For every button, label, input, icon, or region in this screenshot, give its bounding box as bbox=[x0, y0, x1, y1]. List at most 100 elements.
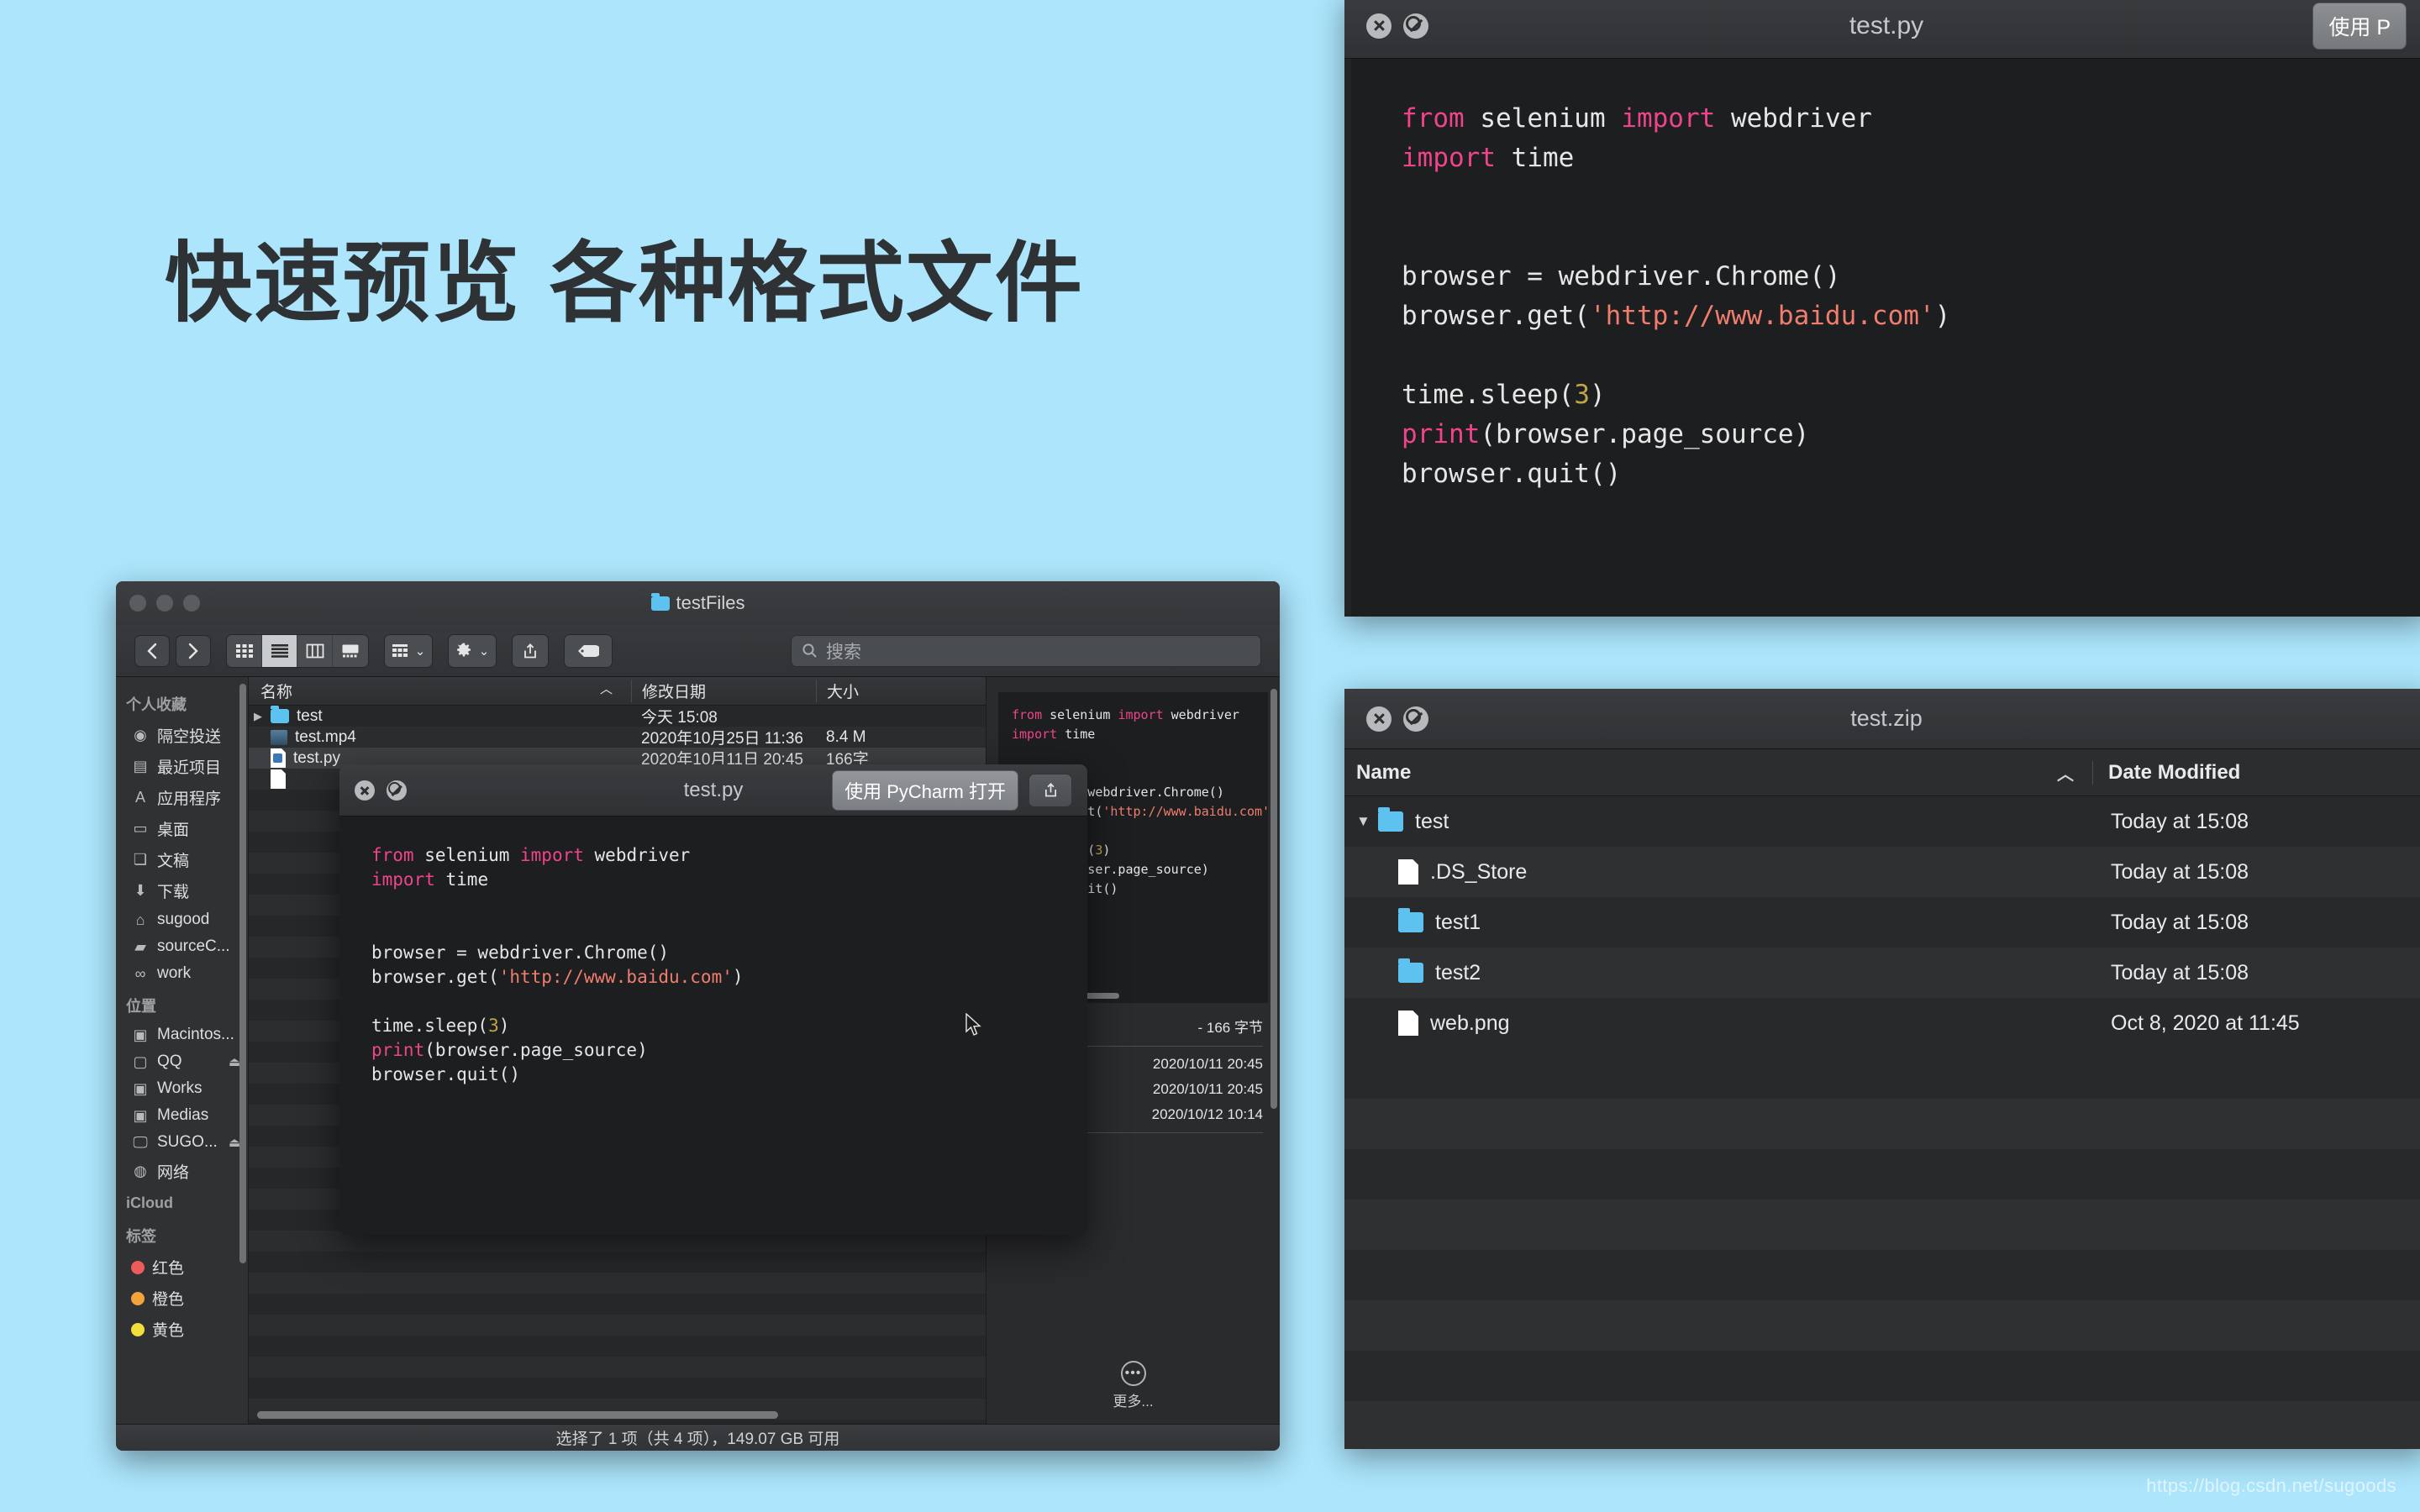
table-row[interactable]: test.mp42020年10月25日 11:368.4 M bbox=[249, 727, 986, 748]
code-token: webdriver bbox=[1171, 707, 1239, 722]
sidebar-item-下载[interactable]: ⬇下载 bbox=[116, 875, 248, 906]
code-token: import bbox=[1118, 707, 1171, 722]
group-by-icon[interactable]: ⌄ bbox=[385, 635, 432, 667]
table-row[interactable]: web.pngOct 8, 2020 at 11:45 bbox=[1344, 998, 2420, 1048]
code-token: ) bbox=[733, 967, 744, 987]
zip-row-name-label: test1 bbox=[1435, 911, 1481, 935]
empty-row bbox=[1344, 1300, 2420, 1351]
file-name-cell: test.mp4 bbox=[249, 728, 631, 747]
table-row[interactable]: ▶test今天 15:08 bbox=[249, 706, 986, 727]
sidebar-item-Medias[interactable]: ▣Medias bbox=[116, 1102, 248, 1129]
code-line: browser.quit() bbox=[371, 1063, 1087, 1087]
gallery-view-icon[interactable] bbox=[333, 635, 368, 667]
code-line: browser.get('http://www.baidu.com') bbox=[371, 965, 1087, 990]
empty-row bbox=[249, 1273, 986, 1294]
sidebar-item-文稿[interactable]: ❏文稿 bbox=[116, 844, 248, 875]
finder-title-label: testFiles bbox=[676, 592, 745, 614]
downloads-icon: ⬇ bbox=[131, 882, 150, 900]
preview-more-button[interactable]: ••• 更多... bbox=[986, 1361, 1280, 1410]
chevron-down-icon: ⌄ bbox=[415, 643, 426, 659]
close-button[interactable] bbox=[129, 595, 146, 612]
sidebar-item-SUGO...[interactable]: 🖵SUGO...⏏ bbox=[116, 1129, 248, 1156]
sidebar-item-label: 应用程序 bbox=[157, 786, 221, 809]
close-icon[interactable] bbox=[1366, 706, 1392, 732]
code-line: browser = webdriver.Chrome() bbox=[1402, 257, 2420, 297]
code-token: import bbox=[520, 845, 595, 865]
fullscreen-disabled-icon[interactable] bbox=[1403, 13, 1428, 39]
finder-toolbar: ⌄ ⌄ 搜索 bbox=[116, 625, 1280, 677]
sidebar-item-红色[interactable]: 红色 bbox=[116, 1252, 248, 1283]
code-token: 'http://www.baidu.com' bbox=[1590, 301, 1935, 331]
file-list-header: 名称 ︿ 修改日期 大小 bbox=[249, 677, 986, 706]
document-icon bbox=[1398, 1011, 1418, 1036]
eject-icon[interactable]: ⏏ bbox=[229, 1135, 240, 1150]
close-icon[interactable] bbox=[355, 780, 375, 801]
forward-button[interactable] bbox=[176, 635, 211, 667]
maximize-button[interactable] bbox=[183, 595, 200, 612]
disclosure-triangle-icon[interactable]: ▶ bbox=[254, 710, 271, 723]
table-row[interactable]: test2Today at 15:08 bbox=[1344, 948, 2420, 998]
sidebar-item-黄色[interactable]: 黄色 bbox=[116, 1314, 248, 1345]
column-header-name[interactable]: 名称 ︿ bbox=[249, 680, 631, 702]
column-view-icon[interactable] bbox=[297, 635, 333, 667]
preview-more-label: 更多... bbox=[986, 1389, 1280, 1410]
code-token: time bbox=[446, 869, 489, 890]
fullscreen-disabled-icon[interactable] bbox=[1403, 706, 1428, 732]
sidebar-item-应用程序[interactable]: A 应用程序 bbox=[116, 782, 248, 813]
back-button[interactable] bbox=[134, 635, 170, 667]
list-view-icon[interactable] bbox=[262, 635, 297, 667]
sidebar-item-label: Macintos... bbox=[157, 1026, 234, 1044]
sidebar-item-Works[interactable]: ▣Works bbox=[116, 1075, 248, 1102]
open-with-button[interactable]: 使用 P bbox=[2312, 3, 2407, 50]
fullscreen-disabled-icon[interactable] bbox=[387, 780, 407, 801]
recents-icon: ▤ bbox=[131, 758, 150, 776]
code-line: from selenium import webdriver bbox=[1402, 99, 2420, 139]
share-icon[interactable] bbox=[513, 635, 548, 667]
eject-icon[interactable]: ⏏ bbox=[229, 1054, 240, 1069]
mouse-cursor bbox=[965, 1013, 983, 1038]
column-header-date[interactable]: 修改日期 bbox=[631, 680, 816, 702]
table-row[interactable]: test1Today at 15:08 bbox=[1344, 897, 2420, 948]
sidebar-item-sugood[interactable]: ⌂sugood bbox=[116, 906, 248, 933]
sidebar-item-QQ[interactable]: ▢QQ⏏ bbox=[116, 1048, 248, 1075]
sidebar-item-桌面[interactable]: ▭桌面 bbox=[116, 813, 248, 844]
code-line bbox=[1012, 744, 1268, 764]
sidebar-item-work[interactable]: ∞work bbox=[116, 960, 248, 987]
share-icon[interactable] bbox=[1028, 774, 1072, 807]
minimize-button[interactable] bbox=[156, 595, 173, 612]
zip-column-name[interactable]: Name ︿ bbox=[1344, 761, 2092, 785]
file-list-horizontal-scrollbar[interactable] bbox=[257, 1411, 778, 1419]
code-line bbox=[371, 990, 1087, 1014]
popup-titlebar: test.py 使用 PyCharm 打开 bbox=[339, 764, 1087, 816]
close-icon[interactable] bbox=[1366, 13, 1392, 39]
column-header-size[interactable]: 大小 bbox=[816, 680, 986, 702]
sidebar-item-隔空投送[interactable]: ◉隔空投送 bbox=[116, 720, 248, 751]
sidebar-item-sourceC...[interactable]: ▰sourceC... bbox=[116, 933, 248, 960]
network-icon: ◍ bbox=[131, 1163, 150, 1181]
tag-icon[interactable] bbox=[565, 635, 612, 667]
code-line: browser = webdriver.Chrome() bbox=[371, 941, 1087, 965]
search-input[interactable]: 搜索 bbox=[791, 635, 1261, 667]
gear-icon[interactable]: ⌄ bbox=[449, 635, 496, 667]
zip-row-name-label: web.png bbox=[1430, 1011, 1510, 1036]
code-window-title: test.py bbox=[1344, 12, 2420, 40]
table-row[interactable]: ▼testToday at 15:08 bbox=[1344, 796, 2420, 847]
preview-scrollbar[interactable] bbox=[1270, 689, 1277, 1109]
finder-status-bar: 选择了 1 项（共 4 项），149.07 GB 可用 bbox=[116, 1424, 1280, 1451]
applications-icon: A bbox=[131, 789, 150, 807]
sidebar-item-Macintos...[interactable]: ▣Macintos... bbox=[116, 1021, 248, 1048]
table-row[interactable]: .DS_StoreToday at 15:08 bbox=[1344, 847, 2420, 897]
sidebar-item-label: QQ bbox=[157, 1053, 182, 1071]
sidebar-item-label: Works bbox=[157, 1079, 202, 1098]
sidebar-item-最近项目[interactable]: ▤最近项目 bbox=[116, 751, 248, 782]
sidebar-item-网络[interactable]: ◍网络 bbox=[116, 1156, 248, 1187]
code-token: time.sleep( bbox=[1402, 380, 1574, 410]
open-with-pycharm-button[interactable]: 使用 PyCharm 打开 bbox=[832, 770, 1018, 811]
zip-column-date[interactable]: Date Modified bbox=[2092, 761, 2420, 785]
sidebar-item-橙色[interactable]: 橙色 bbox=[116, 1283, 248, 1314]
empty-row bbox=[249, 1252, 986, 1273]
sidebar-scrollbar[interactable] bbox=[239, 684, 246, 1263]
disclosure-triangle-icon[interactable]: ▼ bbox=[1356, 813, 1378, 830]
grid-view-icon[interactable] bbox=[227, 635, 262, 667]
empty-row bbox=[1344, 1149, 2420, 1200]
